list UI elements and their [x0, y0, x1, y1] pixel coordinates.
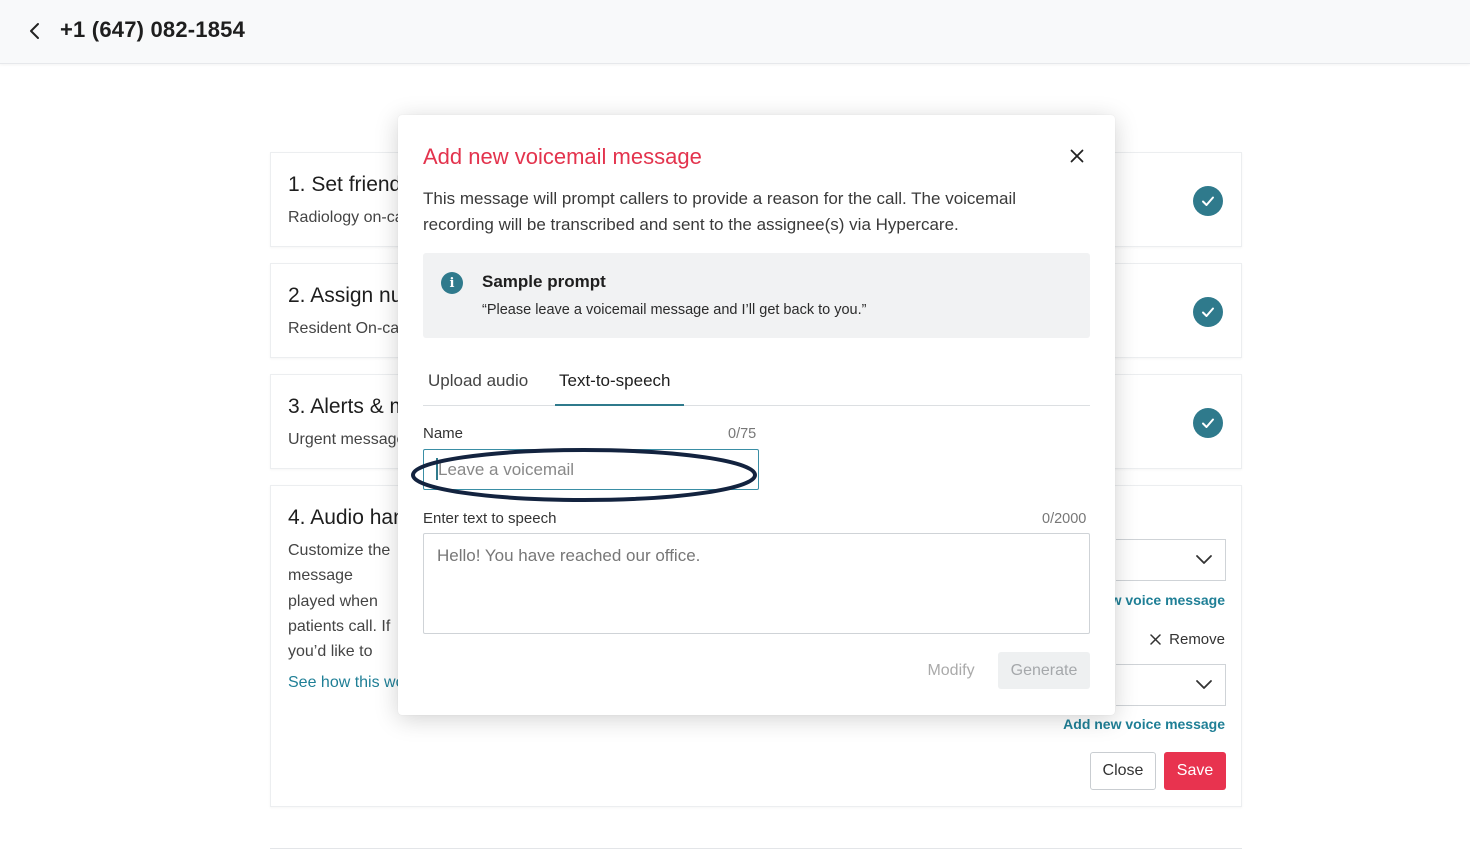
info-icon: i [441, 272, 463, 294]
name-counter: 0/75 [728, 426, 757, 442]
tab-upload-audio[interactable]: Upload audio [428, 371, 528, 391]
top-bar: +1 (647) 082-1854 [0, 0, 1470, 64]
page-title: +1 (647) 082-1854 [60, 17, 246, 42]
tts-label: Enter text to speech [423, 510, 557, 527]
name-label: Name [423, 425, 464, 442]
close-icon [1070, 149, 1084, 163]
chevron-down-icon [1196, 555, 1212, 564]
modal-close-button[interactable] [1066, 145, 1088, 167]
modal-description: This message will prompt callers to prov… [423, 189, 1017, 234]
step-subtitle: Resident On-call [288, 320, 407, 337]
close-button[interactable]: Close [1090, 752, 1156, 790]
active-tab-indicator [555, 404, 684, 406]
save-button[interactable]: Save [1164, 752, 1226, 790]
tab-text-to-speech[interactable]: Text-to-speech [559, 371, 671, 391]
step-subtitle: Urgent messages [288, 431, 414, 448]
text-caret [436, 458, 438, 480]
step-description: Customize the message played when patien… [288, 542, 391, 661]
voicemail-modal: Add new voicemail message This message w… [398, 115, 1115, 715]
sample-title: Sample prompt [482, 272, 606, 291]
modify-button[interactable]: Modify [921, 654, 981, 688]
divider [270, 848, 1242, 849]
chevron-down-icon [1196, 680, 1212, 689]
name-input[interactable] [423, 449, 759, 490]
tts-counter: 0/2000 [1042, 511, 1087, 527]
generate-button[interactable]: Generate [998, 652, 1090, 689]
modal-title: Add new voicemail message [423, 144, 702, 169]
step-subtitle: Radiology on-call [288, 209, 411, 226]
voice-message-select-1[interactable] [1116, 539, 1226, 581]
add-voice-message-link[interactable]: Add new voice message [1063, 716, 1225, 732]
remove-label: Remove [1169, 631, 1225, 648]
check-circle-icon [1193, 186, 1223, 216]
remove-button[interactable]: Remove [1150, 631, 1225, 648]
check-circle-icon [1193, 297, 1223, 327]
voice-message-select-2[interactable] [1116, 664, 1226, 706]
sample-text: “Please leave a voicemail message and I’… [482, 302, 867, 318]
check-circle-icon [1193, 408, 1223, 438]
close-icon [1150, 634, 1161, 645]
back-button[interactable] [22, 18, 48, 44]
sample-prompt-box: i Sample prompt “Please leave a voicemai… [423, 253, 1090, 338]
tab-bar: Upload audio Text-to-speech [423, 365, 1090, 406]
chevron-left-icon [30, 23, 39, 39]
tts-textarea[interactable] [423, 533, 1090, 634]
